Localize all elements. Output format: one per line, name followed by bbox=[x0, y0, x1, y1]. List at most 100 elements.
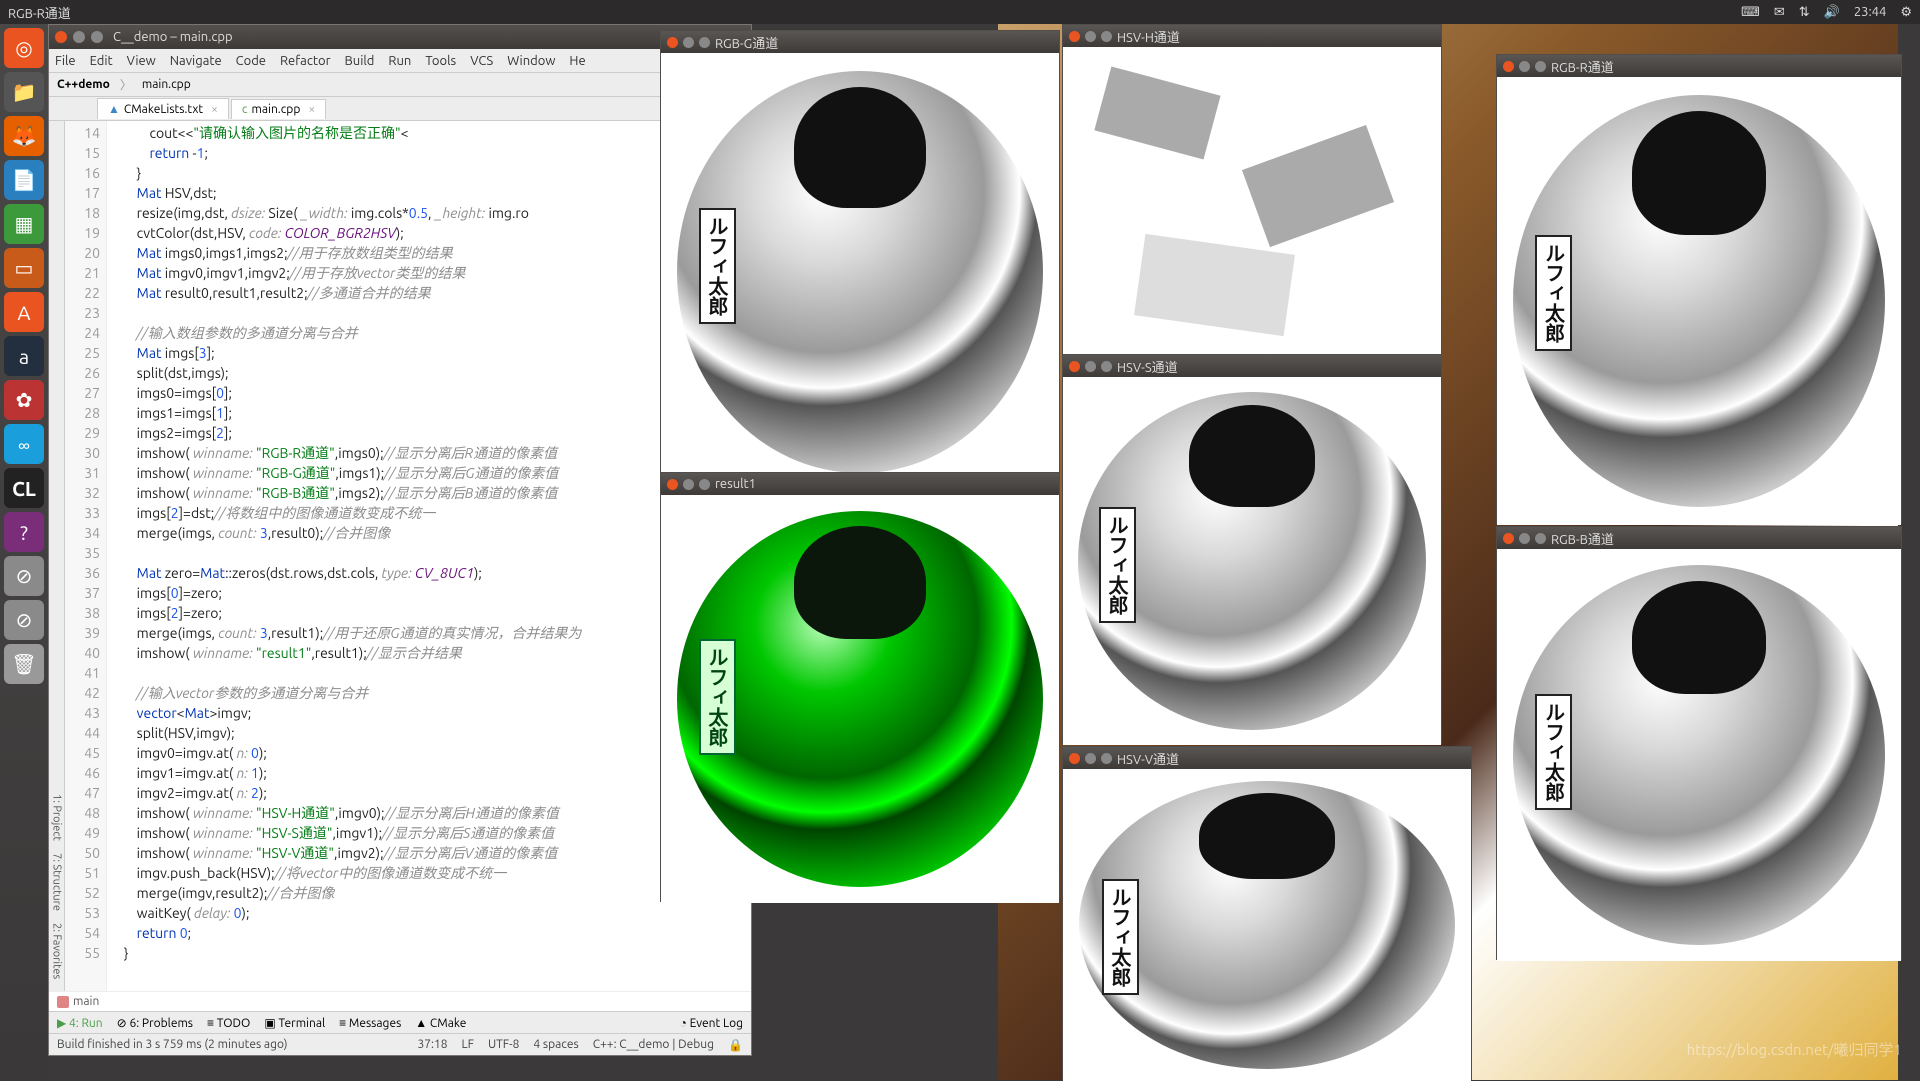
menu-run[interactable]: Run bbox=[388, 54, 411, 68]
close-icon[interactable] bbox=[667, 479, 678, 490]
close-icon[interactable] bbox=[1069, 753, 1080, 764]
maximize-icon[interactable] bbox=[1535, 61, 1546, 72]
tool-favorites[interactable]: 2: Favorites bbox=[51, 923, 63, 979]
window-hsv-h: HSV-H通道 bbox=[1062, 24, 1442, 374]
launcher-calc-icon[interactable]: ▦ bbox=[4, 204, 44, 244]
image-canvas bbox=[661, 53, 1059, 491]
minimize-icon[interactable] bbox=[73, 31, 85, 43]
minimize-icon[interactable] bbox=[1085, 753, 1096, 764]
unity-launcher: ◎ 📁 🦊 📄 ▦ ▭ A a ✿ ∞ CL ? ⊘ ⊘ 🗑 bbox=[0, 24, 48, 1080]
status-build-msg: Build finished in 3 s 759 ms (2 minutes … bbox=[57, 1038, 288, 1051]
nav-project[interactable]: C++demo bbox=[57, 78, 110, 91]
maximize-icon[interactable] bbox=[699, 37, 710, 48]
minimize-icon[interactable] bbox=[1085, 31, 1096, 42]
tool-run[interactable]: ▶ 4: Run bbox=[57, 1016, 103, 1030]
window-titlebar[interactable]: RGB-R通道 bbox=[1497, 55, 1901, 77]
tool-event-log[interactable]: ◔ Event Log bbox=[680, 1016, 743, 1030]
clock[interactable]: 23:44 bbox=[1854, 5, 1887, 19]
launcher-disk2-icon[interactable]: ⊘ bbox=[4, 600, 44, 640]
launcher-clion-icon[interactable]: CL bbox=[4, 468, 44, 508]
image-canvas bbox=[661, 495, 1059, 903]
window-titlebar[interactable]: RGB-G通道 bbox=[661, 31, 1059, 53]
menu-navigate[interactable]: Navigate bbox=[170, 54, 222, 68]
close-tab-icon[interactable]: × bbox=[211, 103, 218, 116]
menu-file[interactable]: File bbox=[55, 54, 76, 68]
launcher-trash-icon[interactable]: 🗑 bbox=[4, 644, 44, 684]
launcher-firefox-icon[interactable]: 🦊 bbox=[4, 116, 44, 156]
tab-cmakelists[interactable]: ▲CMakeLists.txt× bbox=[97, 98, 229, 119]
launcher-dash-icon[interactable]: ◎ bbox=[4, 28, 44, 68]
close-icon[interactable] bbox=[1069, 31, 1080, 42]
ide-titlebar[interactable]: C__demo – main.cpp bbox=[49, 25, 751, 49]
launcher-app-icon[interactable]: ∞ bbox=[4, 424, 44, 464]
menu-vcs[interactable]: VCS bbox=[470, 54, 493, 68]
tool-cmake[interactable]: ▲ CMake bbox=[415, 1016, 466, 1030]
tool-structure[interactable]: 7: Structure bbox=[51, 853, 63, 911]
launcher-disk1-icon[interactable]: ⊘ bbox=[4, 556, 44, 596]
tab-main-cpp[interactable]: cmain.cpp× bbox=[231, 99, 326, 119]
close-icon[interactable] bbox=[1069, 361, 1080, 372]
network-icon[interactable]: ⇅ bbox=[1799, 5, 1810, 20]
window-titlebar[interactable]: HSV-H通道 bbox=[1063, 25, 1441, 47]
launcher-software-icon[interactable]: A bbox=[4, 292, 44, 332]
minimize-icon[interactable] bbox=[683, 37, 694, 48]
status-context[interactable]: C++: C__demo | Debug bbox=[593, 1038, 714, 1051]
maximize-icon[interactable] bbox=[1101, 753, 1112, 764]
ide-bottom-toolbar: ▶ 4: Run ⊘ 6: Problems ≡ TODO ▣ Terminal… bbox=[49, 1011, 751, 1033]
lock-icon[interactable]: 🔒 bbox=[728, 1038, 743, 1052]
tool-todo[interactable]: ≡ TODO bbox=[207, 1016, 250, 1030]
sound-icon[interactable]: 🔊 bbox=[1824, 5, 1840, 20]
nav-file[interactable]: main.cpp bbox=[142, 78, 191, 91]
maximize-icon[interactable] bbox=[1101, 361, 1112, 372]
close-icon[interactable] bbox=[55, 31, 67, 43]
status-line-sep[interactable]: LF bbox=[462, 1038, 474, 1051]
keyboard-icon[interactable]: ⌨ bbox=[1741, 5, 1760, 20]
minimize-icon[interactable] bbox=[1519, 533, 1530, 544]
tool-terminal[interactable]: ▣ Terminal bbox=[264, 1016, 325, 1030]
function-icon bbox=[57, 996, 69, 1008]
launcher-impress-icon[interactable]: ▭ bbox=[4, 248, 44, 288]
status-encoding[interactable]: UTF-8 bbox=[488, 1038, 519, 1051]
tool-messages[interactable]: ≡ Messages bbox=[339, 1016, 401, 1030]
minimize-icon[interactable] bbox=[1085, 361, 1096, 372]
close-icon[interactable] bbox=[1503, 533, 1514, 544]
close-tab-icon[interactable]: × bbox=[308, 103, 315, 116]
ide-window: C__demo – main.cpp File Edit View Naviga… bbox=[48, 24, 752, 1056]
ide-tool-strip-left: 1: Project 7: Structure 2: Favorites bbox=[49, 121, 65, 991]
maximize-icon[interactable] bbox=[699, 479, 710, 490]
minimize-icon[interactable] bbox=[683, 479, 694, 490]
close-icon[interactable] bbox=[1503, 61, 1514, 72]
menu-code[interactable]: Code bbox=[236, 54, 266, 68]
window-titlebar[interactable]: HSV-V通道 bbox=[1063, 747, 1471, 769]
editor-breadcrumb[interactable]: main bbox=[49, 991, 751, 1011]
window-titlebar[interactable]: result1 bbox=[661, 473, 1059, 495]
launcher-files-icon[interactable]: 📁 bbox=[4, 72, 44, 112]
menu-view[interactable]: View bbox=[127, 54, 156, 68]
menu-help[interactable]: He bbox=[569, 54, 585, 68]
mail-icon[interactable]: ✉ bbox=[1774, 5, 1785, 20]
window-rgb-r: RGB-R通道 bbox=[1496, 54, 1902, 524]
tool-problems[interactable]: ⊘ 6: Problems bbox=[117, 1016, 193, 1030]
menu-tools[interactable]: Tools bbox=[425, 54, 456, 68]
minimize-icon[interactable] bbox=[1519, 61, 1530, 72]
launcher-settings-icon[interactable]: ✿ bbox=[4, 380, 44, 420]
maximize-icon[interactable] bbox=[1101, 31, 1112, 42]
tool-project[interactable]: 1: Project bbox=[51, 794, 63, 841]
menu-window[interactable]: Window bbox=[507, 54, 555, 68]
close-icon[interactable] bbox=[667, 37, 678, 48]
status-indent[interactable]: 4 spaces bbox=[533, 1038, 578, 1051]
menu-refactor[interactable]: Refactor bbox=[280, 54, 331, 68]
gear-icon[interactable]: ⚙ bbox=[1900, 5, 1912, 20]
window-titlebar[interactable]: HSV-S通道 bbox=[1063, 355, 1441, 377]
window-titlebar[interactable]: RGB-B通道 bbox=[1497, 527, 1901, 549]
maximize-icon[interactable] bbox=[91, 31, 103, 43]
code-editor[interactable]: 1415161718192021222324252627282930313233… bbox=[65, 121, 751, 991]
menu-build[interactable]: Build bbox=[345, 54, 375, 68]
launcher-amazon-icon[interactable]: a bbox=[4, 336, 44, 376]
launcher-help-icon[interactable]: ? bbox=[4, 512, 44, 552]
maximize-icon[interactable] bbox=[1535, 533, 1546, 544]
code-body[interactable]: cout<<"请确认输入图片的名称是否正确"< return -1; } Mat… bbox=[107, 121, 751, 991]
launcher-writer-icon[interactable]: 📄 bbox=[4, 160, 44, 200]
status-caret-pos[interactable]: 37:18 bbox=[417, 1038, 447, 1051]
menu-edit[interactable]: Edit bbox=[90, 54, 113, 68]
